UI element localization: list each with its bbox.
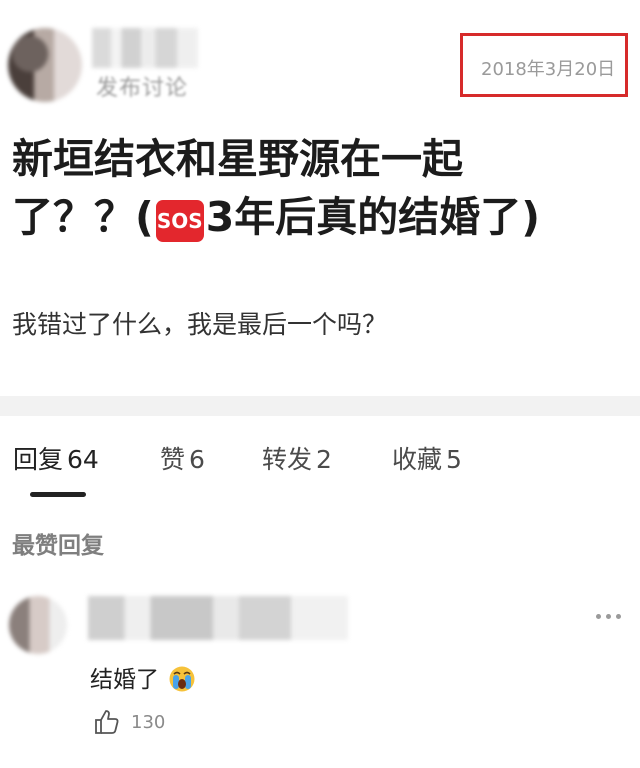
tab-replies-label: 回复	[13, 445, 64, 474]
post-kind-label: 发布讨论	[96, 76, 189, 101]
post-title: 新垣结衣和星野源在一起 了？？(SOS3年后真的结婚了)	[12, 130, 612, 246]
post-title-line2-suffix: 3年后真的结婚了)	[205, 193, 541, 241]
comment-like-count: 130	[131, 712, 166, 733]
tab-replies-count: 64	[67, 445, 99, 474]
post-title-line1: 新垣结衣和星野源在一起	[12, 135, 463, 183]
tab-favorites[interactable]: 收藏 5	[392, 440, 462, 476]
tab-replies[interactable]: 回复 64	[13, 440, 99, 476]
post-tabs: 回复 64 赞6 转发 2 收藏 5	[0, 440, 640, 500]
tab-likes-label: 赞	[160, 445, 186, 474]
commenter-name-blurred[interactable]	[88, 596, 348, 640]
tab-reposts-label: 转发	[262, 445, 313, 474]
post-date: 2018年3月20日	[481, 59, 616, 80]
comment-text: 结婚了	[90, 660, 196, 694]
tab-favorites-count: 5	[446, 445, 462, 474]
author-name-blurred[interactable]	[92, 28, 198, 68]
commenter-avatar[interactable]	[9, 596, 67, 654]
tab-favorites-label: 收藏	[392, 445, 443, 474]
thumbs-up-icon[interactable]	[93, 708, 121, 736]
post-title-line2-prefix: 了？？(	[12, 193, 154, 241]
section-divider	[0, 396, 640, 416]
post-title-line2: 了？？(SOS3年后真的结婚了)	[12, 188, 612, 246]
tab-reposts-count: 2	[316, 445, 332, 474]
sos-icon: SOS	[155, 200, 204, 242]
tab-likes[interactable]: 赞6	[160, 440, 205, 476]
active-tab-indicator	[30, 492, 86, 497]
top-replies-heading: 最赞回复	[12, 533, 104, 559]
author-avatar[interactable]	[8, 28, 82, 102]
more-options-icon[interactable]	[595, 612, 623, 622]
comment-item: 结婚了 130	[0, 588, 640, 768]
comment-text-body: 结婚了	[90, 667, 159, 693]
tab-reposts[interactable]: 转发 2	[262, 440, 332, 476]
post-header: 发布讨论 2018年3月20日	[0, 0, 640, 110]
post-body: 我错过了什么，我是最后一个吗？	[12, 310, 388, 339]
crying-face-icon	[169, 666, 195, 692]
tab-likes-count: 6	[189, 445, 205, 474]
